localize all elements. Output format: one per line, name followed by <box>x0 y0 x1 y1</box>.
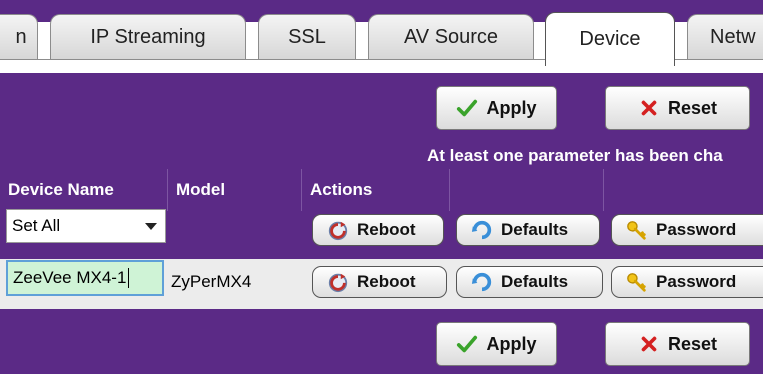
tab-partial-left[interactable]: n <box>0 14 38 60</box>
apply-button[interactable]: Apply <box>436 86 557 130</box>
reset-label: Reset <box>667 333 718 354</box>
password-button[interactable]: Password <box>611 266 763 298</box>
defaults-icon <box>471 220 492 240</box>
reset-button-bottom[interactable]: Reset <box>605 322 750 366</box>
reboot-icon <box>328 273 348 293</box>
tab-device[interactable]: Device <box>545 12 675 66</box>
tab-label: Device <box>579 28 641 50</box>
tab-ip-streaming[interactable]: IP Streaming <box>50 14 246 60</box>
reboot-label: Reboot <box>357 272 416 291</box>
header-label: Device Name <box>8 180 114 199</box>
defaults-button[interactable]: Defaults <box>456 266 603 298</box>
password-label: Password <box>656 272 737 291</box>
checkmark-icon <box>457 99 478 117</box>
tab-av-source[interactable]: AV Source <box>368 14 534 60</box>
tab-ssl[interactable]: SSL <box>258 14 356 60</box>
changed-note: At least one parameter has been cha <box>427 146 723 165</box>
tab-label: SSL <box>288 26 326 48</box>
column-header-model: Model <box>168 169 302 211</box>
tab-label: IP Streaming <box>90 26 206 48</box>
x-icon <box>641 100 657 116</box>
x-icon <box>641 336 657 352</box>
reboot-label: Reboot <box>357 220 416 239</box>
chevron-down-icon <box>145 223 157 230</box>
reboot-icon <box>328 221 348 241</box>
header-label: Actions <box>310 180 373 199</box>
apply-label: Apply <box>486 97 537 118</box>
tab-label: Netw <box>710 26 756 48</box>
apply-button-bottom[interactable]: Apply <box>436 322 557 366</box>
reset-label: Reset <box>667 97 718 118</box>
tab-label: AV Source <box>403 26 499 48</box>
reset-button[interactable]: Reset <box>605 86 750 130</box>
device-panel: Apply Reset At least one parameter has b… <box>0 73 763 374</box>
column-header-device-name: Device Name <box>0 169 168 211</box>
defaults-all-button[interactable]: Defaults <box>456 214 600 246</box>
tab-label: n <box>15 26 27 48</box>
defaults-label: Defaults <box>501 272 569 291</box>
defaults-label: Defaults <box>501 220 569 239</box>
device-model: ZyPerMX4 <box>171 272 252 291</box>
device-name-value: ZeeVee MX4-1 <box>13 268 127 287</box>
device-name-input[interactable]: ZeeVee MX4-1 <box>6 260 164 296</box>
text-cursor <box>128 268 130 288</box>
tab-bar: n IP Streaming SSL AV Source Device Netw <box>0 0 763 66</box>
key-icon <box>627 273 646 292</box>
reboot-button[interactable]: Reboot <box>312 266 447 298</box>
tab-network[interactable]: Netw <box>687 14 763 60</box>
header-label: Model <box>176 180 226 199</box>
checkmark-icon <box>457 335 478 353</box>
reboot-all-button[interactable]: Reboot <box>312 214 444 246</box>
password-label: Password <box>656 220 737 239</box>
column-header-blank <box>604 169 763 211</box>
select-value: Set All <box>12 216 61 235</box>
password-all-button[interactable]: Password <box>611 214 763 246</box>
apply-label: Apply <box>486 333 537 354</box>
column-header-actions: Actions <box>302 169 450 211</box>
key-icon <box>627 221 646 240</box>
defaults-icon <box>471 272 492 292</box>
column-header-blank <box>450 169 604 211</box>
set-all-select[interactable]: Set All <box>6 209 166 243</box>
